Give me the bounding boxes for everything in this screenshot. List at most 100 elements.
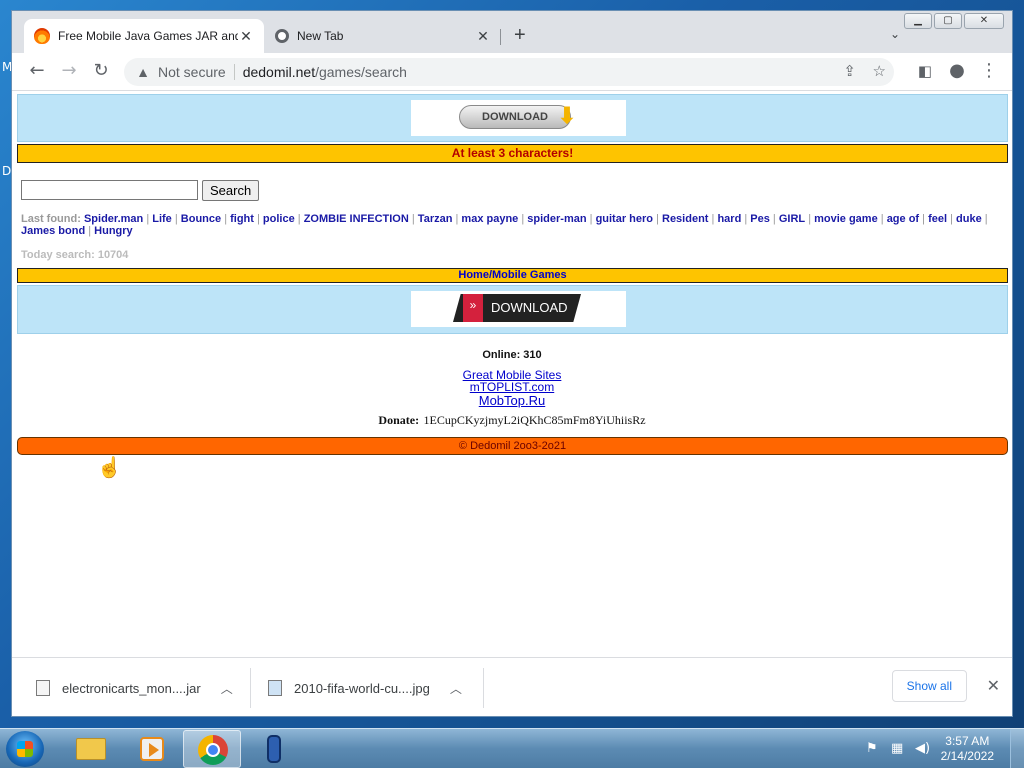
address-bar[interactable]: ▲ Not secure dedomil.net/games/search ⇪ … [124, 58, 894, 86]
last-found-term[interactable]: Tarzan [418, 213, 453, 225]
last-found-term[interactable]: Life [152, 213, 172, 225]
download-ad-image[interactable]: » DOWNLOAD [411, 291, 626, 327]
windows-logo-icon [17, 741, 33, 757]
download-item[interactable]: electronicarts_mon....jar ︿ [36, 664, 233, 712]
today-search-count: Today search: 10704 [21, 249, 129, 261]
network-icon[interactable]: ▦ [891, 741, 903, 756]
last-found-term[interactable]: ZOMBIE INFECTION [304, 213, 409, 225]
new-tab-button[interactable]: + [514, 23, 526, 47]
chevron-up-icon[interactable]: ︿ [450, 680, 462, 697]
last-found-label: Last found: [21, 213, 81, 225]
chevron-down-badge-icon: » [463, 294, 483, 322]
donate-address: 1ECupCKyzjmyL2iQKhC85mFm8YiUhiisRz [423, 413, 646, 427]
last-found-list: Last found: Spider.man | Life | Bounce |… [21, 213, 988, 237]
last-found-term[interactable]: max payne [461, 213, 518, 225]
download-shelf: electronicarts_mon....jar ︿ 2010-fifa-wo… [12, 657, 1012, 716]
show-desktop-button[interactable] [1010, 729, 1024, 768]
download-ad-image[interactable]: DOWNLOAD ⬇ [411, 100, 626, 136]
close-tab-icon[interactable]: ✕ [238, 28, 254, 45]
donate-line: Donate: 1ECupCKyzjmyL2iQKhC85mFm8YiUhiis… [12, 411, 1012, 429]
url-path: /games/search [315, 64, 407, 80]
notice-bar: At least 3 characters! [17, 144, 1008, 163]
chrome-favicon-icon [275, 29, 289, 43]
download-ad-button[interactable]: » DOWNLOAD [453, 294, 581, 322]
tab-search-chevron-icon[interactable]: ⌄ [890, 27, 900, 41]
breadcrumb-link[interactable]: Home/Mobile Games [458, 269, 566, 281]
taskbar: ⚑ ▦ ◀) 3:57 AM 2/14/2022 [0, 728, 1024, 768]
download-item[interactable]: 2010-fifa-world-cu....jpg ︿ [268, 664, 462, 712]
search-button[interactable]: Search [202, 180, 260, 201]
tab-title: New Tab [297, 29, 344, 43]
download-ad-label: DOWNLOAD [491, 300, 568, 315]
warning-triangle-icon[interactable]: ▲ [134, 64, 152, 80]
mobtop-link[interactable]: MobTop.Ru [479, 393, 545, 408]
back-arrow-icon[interactable]: ← [26, 61, 48, 81]
window-controls: ▁ ▢ ✕ [904, 13, 1004, 29]
shelf-separator [483, 668, 484, 708]
clock-date: 2/14/2022 [940, 749, 994, 763]
maximize-icon[interactable]: ▢ [934, 13, 962, 29]
close-shelf-icon[interactable]: ✕ [987, 676, 1000, 696]
show-all-button[interactable]: Show all [891, 670, 967, 702]
browser-window: Free Mobile Java Games JAR and ✕ New Tab… [11, 10, 1013, 717]
download-ad-label: DOWNLOAD [482, 111, 548, 123]
bookmark-star-icon[interactable]: ☆ [873, 62, 886, 80]
action-center-flag-icon[interactable]: ⚑ [866, 741, 878, 756]
download-ad-button[interactable]: DOWNLOAD ⬇ [459, 103, 576, 129]
tab-strip: Free Mobile Java Games JAR and ✕ New Tab… [12, 11, 1012, 53]
window-close-icon[interactable]: ✕ [964, 13, 1004, 29]
tab-separator [500, 29, 501, 45]
clock[interactable]: 3:57 AM 2/14/2022 [941, 734, 994, 764]
last-found-term[interactable]: Bounce [181, 213, 221, 225]
download-arrow-icon: ⬇ [557, 103, 577, 128]
close-tab-icon[interactable]: ✕ [475, 28, 491, 45]
taskbar-chrome[interactable] [183, 730, 241, 768]
mobile-phone-icon [267, 735, 281, 763]
tab-dedomil[interactable]: Free Mobile Java Games JAR and ✕ [24, 19, 264, 53]
chrome-icon [198, 735, 228, 765]
search-input[interactable] [21, 180, 198, 200]
online-count: Online: 310 [12, 345, 1012, 363]
top-ad-banner: DOWNLOAD ⬇ [17, 94, 1008, 142]
last-found-term[interactable]: hard [717, 213, 741, 225]
forward-arrow-icon[interactable]: → [58, 61, 80, 81]
last-found-term[interactable]: feel [928, 213, 947, 225]
donate-label: Donate: [378, 413, 420, 427]
last-found-term[interactable]: police [263, 213, 295, 225]
last-found-term[interactable]: movie game [814, 213, 878, 225]
footer-bar: © Dedomil 2oo3-2o21 [17, 437, 1008, 455]
media-player-icon [140, 737, 164, 761]
security-label[interactable]: Not secure [158, 64, 226, 80]
last-found-term[interactable]: guitar hero [596, 213, 653, 225]
last-found-term[interactable]: Pes [750, 213, 770, 225]
file-icon [36, 680, 50, 696]
last-found-term[interactable]: duke [956, 213, 982, 225]
minimize-icon[interactable]: ▁ [904, 13, 932, 29]
partner-link-row: MobTop.Ru [12, 392, 1012, 410]
last-found-term[interactable]: spider-man [527, 213, 586, 225]
last-found-term[interactable]: Spider.man [84, 213, 143, 225]
reload-icon[interactable]: ↻ [90, 61, 112, 81]
volume-icon[interactable]: ◀) [915, 741, 930, 756]
taskbar-explorer[interactable] [60, 730, 118, 768]
taskbar-phone-app[interactable] [245, 730, 303, 768]
browser-toolbar: ← → ↻ ▲ Not secure dedomil.net/games/sea… [12, 53, 1012, 91]
last-found-term[interactable]: James bond [21, 225, 85, 237]
menu-kebab-icon[interactable]: ⋮ [978, 61, 1000, 81]
desktop-edge-glyph: D [2, 164, 12, 178]
last-found-term[interactable]: Resident [662, 213, 708, 225]
share-icon[interactable]: ⇪ [843, 62, 856, 80]
last-found-term[interactable]: fight [230, 213, 254, 225]
last-found-term[interactable]: GIRL [779, 213, 805, 225]
url-text[interactable]: dedomil.net/games/search [243, 64, 407, 80]
tab-new-tab[interactable]: New Tab ✕ [265, 19, 501, 53]
chevron-up-icon[interactable]: ︿ [221, 680, 233, 697]
bottom-ad-banner: » DOWNLOAD [17, 285, 1008, 334]
profile-avatar-icon[interactable]: ● [946, 61, 968, 81]
side-panel-icon[interactable]: ◧ [914, 61, 936, 81]
address-divider [233, 64, 235, 80]
taskbar-media-player[interactable] [121, 730, 179, 768]
last-found-term[interactable]: age of [887, 213, 919, 225]
last-found-term[interactable]: Hungry [94, 225, 133, 237]
start-button[interactable] [6, 731, 44, 767]
